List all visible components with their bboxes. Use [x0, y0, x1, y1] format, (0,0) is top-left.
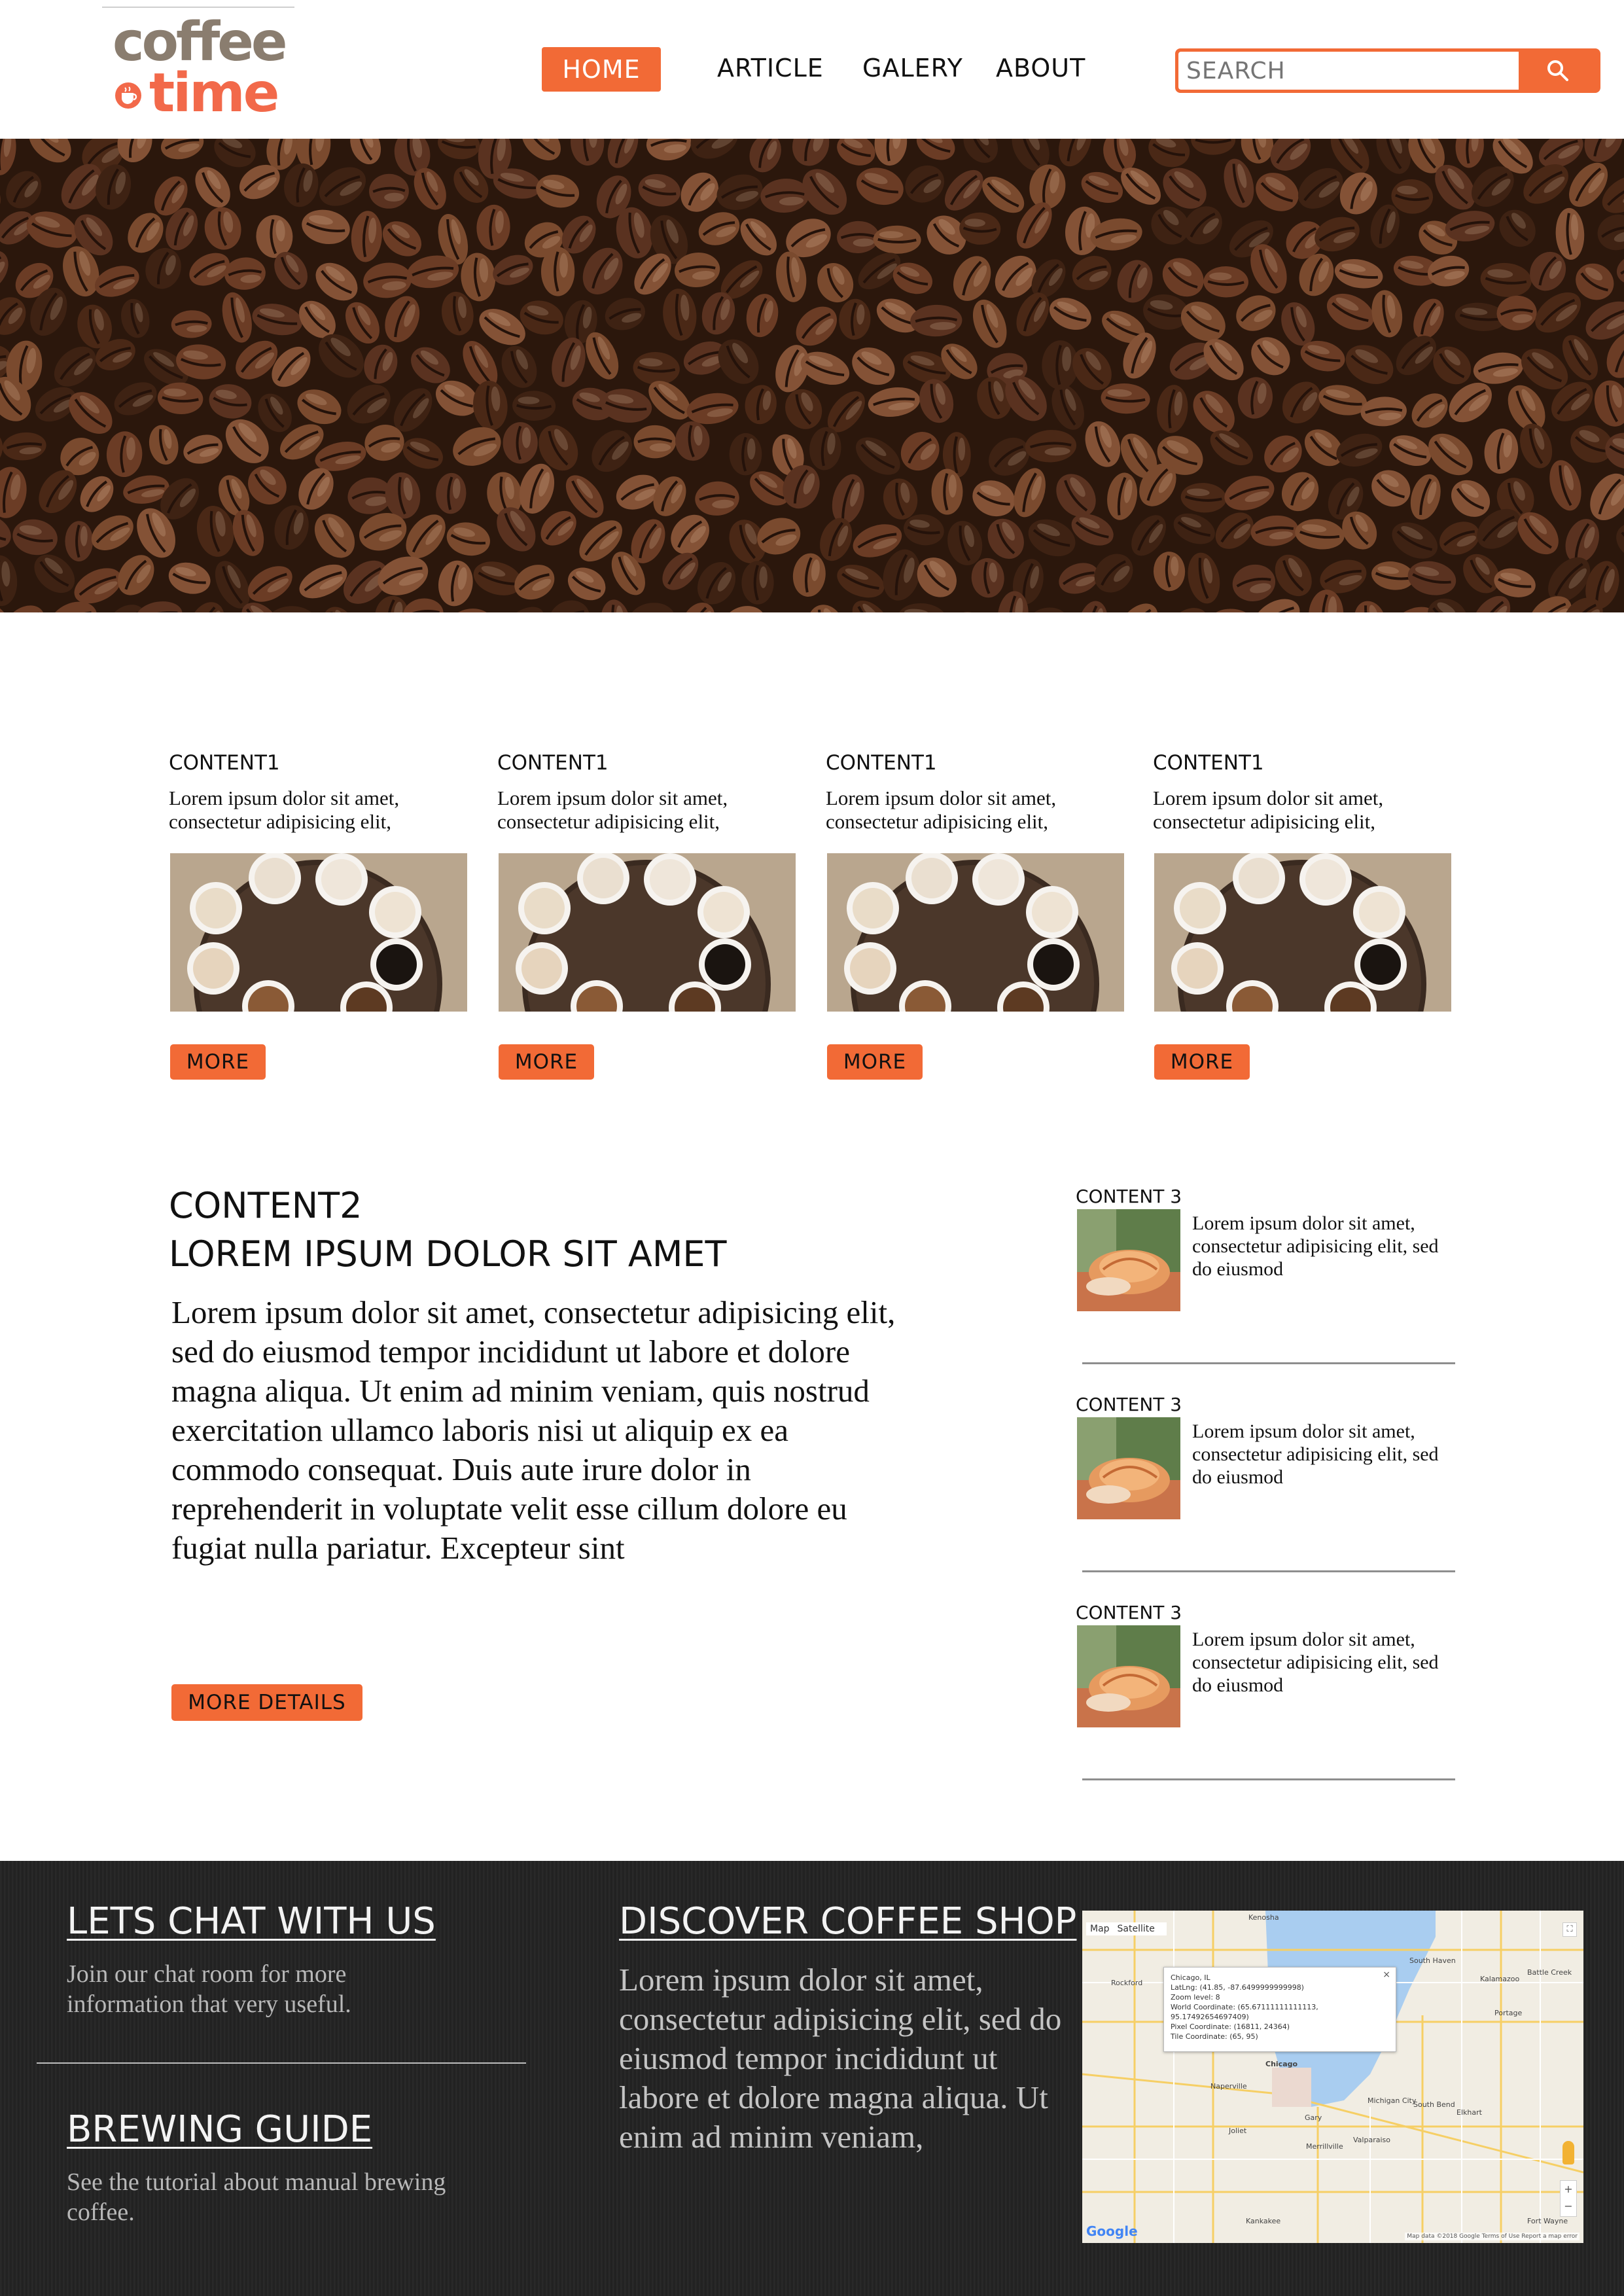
google-logo: Google: [1086, 2223, 1138, 2239]
coffee-cups-image: [499, 853, 796, 1012]
popup-line: LatLng: (41.85, -87.6499999999998): [1171, 1983, 1304, 1992]
map-canvas[interactable]: [1082, 1911, 1583, 2243]
content3-item[interactable]: CONTENT 3 Lorem ipsum dolor sit amet, co…: [1076, 1394, 1455, 1590]
footer-divider: [37, 2062, 526, 2064]
coffee-cups-image: [1154, 853, 1451, 1012]
map-label: Valparaiso: [1353, 2136, 1390, 2144]
map-label: Michigan City: [1368, 2096, 1417, 2105]
more-button[interactable]: MORE: [827, 1044, 923, 1080]
map-info-popup: Chicago, IL LatLng: (41.85, -87.64999999…: [1163, 1967, 1396, 2052]
card-title: CONTENT1: [169, 751, 280, 775]
map-label: Battle Creek: [1527, 1968, 1572, 1977]
map-label: South Haven: [1409, 1956, 1456, 1965]
map-label: Gary: [1305, 2113, 1322, 2122]
map-label: Rockford: [1111, 1979, 1143, 1987]
hero-banner-coffee-beans: [0, 139, 1624, 612]
coffee-cups-image: [170, 853, 467, 1012]
more-details-button[interactable]: MORE DETAILS: [171, 1684, 362, 1721]
search-icon: [1547, 60, 1568, 81]
zoom-control[interactable]: + −: [1560, 2180, 1577, 2217]
map-label: Kalamazoo: [1480, 1975, 1520, 1983]
more-button[interactable]: MORE: [499, 1044, 594, 1080]
coffee-beans-image: [0, 139, 1624, 612]
coffee-cups-image: [827, 853, 1124, 1012]
map-type-map[interactable]: Map: [1090, 1924, 1110, 1934]
popup-line: Zoom level: 8: [1171, 1993, 1220, 2002]
zoom-in-icon[interactable]: +: [1561, 2181, 1576, 2198]
search-button[interactable]: [1519, 52, 1597, 90]
map-label: Portage: [1494, 2009, 1523, 2017]
chat-text: Join our chat room for more information …: [67, 1960, 351, 2018]
card-title: CONTENT1: [826, 751, 937, 775]
fullscreen-icon[interactable]: ⛶: [1562, 1922, 1577, 1937]
nav-article-link[interactable]: ARTICLE: [717, 54, 824, 86]
divider: [1082, 1570, 1455, 1572]
content3-item[interactable]: CONTENT 3 Lorem ipsum dolor sit amet, co…: [1076, 1186, 1455, 1382]
popup-line: World Coordinate: (65.67111111111113, 95…: [1171, 2003, 1318, 2021]
zoom-out-icon[interactable]: −: [1561, 2198, 1576, 2215]
more-button[interactable]: MORE: [170, 1044, 266, 1080]
brewing-guide-text: See the tutorial about manual brewing co…: [67, 2168, 446, 2226]
card-text: Lorem ipsum dolor sit amet, consectetur …: [497, 786, 728, 833]
logo-word-time: time: [149, 62, 279, 124]
map-label: Elkhart: [1456, 2108, 1482, 2117]
content3-text: Lorem ipsum dolor sit amet, consectetur …: [1192, 1421, 1439, 1488]
content3-title: CONTENT 3: [1076, 1186, 1182, 1207]
more-button[interactable]: MORE: [1154, 1044, 1250, 1080]
divider: [1082, 1362, 1455, 1364]
content2-heading: CONTENT2 LOREM IPSUM DOLOR SIT AMET: [169, 1182, 889, 1279]
search-input[interactable]: [1178, 52, 1519, 90]
content1-card: CONTENT1 Lorem ipsum dolor sit amet, con…: [1153, 751, 1454, 1080]
content2-subtitle: LOREM IPSUM DOLOR SIT AMET: [169, 1233, 727, 1275]
croissant-image: [1077, 1417, 1180, 1519]
map-widget[interactable]: Map Satellite Kenosha Rockford Naperville…: [1082, 1911, 1583, 2243]
content2-body: Lorem ipsum dolor sit amet, consectetur …: [171, 1294, 896, 1566]
map-label: Kankakee: [1246, 2217, 1281, 2225]
map-label: Kenosha: [1248, 1913, 1279, 1922]
search-bar: [1175, 48, 1600, 93]
coffee-cup-icon: [115, 82, 141, 109]
brewing-guide-heading-link[interactable]: BREWING GUIDE: [67, 2108, 372, 2151]
map-label: Fort Wayne: [1527, 2217, 1568, 2225]
content2-title: CONTENT2: [169, 1185, 362, 1226]
content1-card: CONTENT1 Lorem ipsum dolor sit amet, con…: [169, 751, 470, 1080]
map-attribution[interactable]: Map data ©2018 Google Terms of Use Repor…: [1405, 2233, 1580, 2240]
card-text: Lorem ipsum dolor sit amet, consectetur …: [169, 786, 400, 833]
popup-line: Chicago, IL: [1171, 1973, 1210, 1982]
logo-word-coffee: coffee: [113, 11, 288, 73]
nav-galery-link[interactable]: GALERY: [862, 54, 963, 86]
content1-card: CONTENT1 Lorem ipsum dolor sit amet, con…: [826, 751, 1127, 1080]
card-text: Lorem ipsum dolor sit amet, consectetur …: [1153, 786, 1384, 833]
croissant-image: [1077, 1625, 1180, 1727]
content3-text: Lorem ipsum dolor sit amet, consectetur …: [1192, 1629, 1439, 1696]
map-label: Joliet: [1229, 2127, 1247, 2135]
pegman-icon[interactable]: [1562, 2141, 1574, 2164]
content3-item[interactable]: CONTENT 3 Lorem ipsum dolor sit amet, co…: [1076, 1602, 1455, 1798]
popup-line: Tile Coordinate: (65, 95): [1171, 2032, 1258, 2041]
nav-home-button[interactable]: HOME: [542, 47, 661, 92]
chat-heading-link[interactable]: LETS CHAT WITH US: [67, 1900, 436, 1943]
card-title: CONTENT1: [1153, 751, 1264, 775]
map-type-control[interactable]: Map Satellite: [1086, 1922, 1167, 1935]
popup-line: Pixel Coordinate: (16811, 24364): [1171, 2022, 1290, 2031]
nav-about-link[interactable]: ABOUT: [996, 54, 1086, 86]
divider: [1082, 1778, 1455, 1780]
map-label: South Bend: [1413, 2100, 1455, 2109]
site-logo[interactable]: coffee time: [111, 16, 301, 120]
discover-text: Lorem ipsum dolor sit amet, consectetur …: [619, 1962, 1062, 2155]
map-label: Merrillville: [1306, 2142, 1343, 2151]
close-icon[interactable]: ×: [1383, 1970, 1390, 1980]
map-label: Naperville: [1210, 2082, 1247, 2091]
croissant-image: [1077, 1209, 1180, 1311]
card-title: CONTENT1: [497, 751, 609, 775]
content3-title: CONTENT 3: [1076, 1602, 1182, 1623]
discover-heading-link[interactable]: DISCOVER COFFEE SHOP: [619, 1900, 1076, 1943]
logo-divider: [102, 7, 294, 8]
map-type-satellite[interactable]: Satellite: [1118, 1924, 1155, 1934]
card-text: Lorem ipsum dolor sit amet, consectetur …: [826, 786, 1057, 833]
content3-text: Lorem ipsum dolor sit amet, consectetur …: [1192, 1212, 1439, 1280]
map-label: Chicago: [1265, 2060, 1298, 2068]
content3-title: CONTENT 3: [1076, 1394, 1182, 1415]
content1-card: CONTENT1 Lorem ipsum dolor sit amet, con…: [497, 751, 798, 1080]
